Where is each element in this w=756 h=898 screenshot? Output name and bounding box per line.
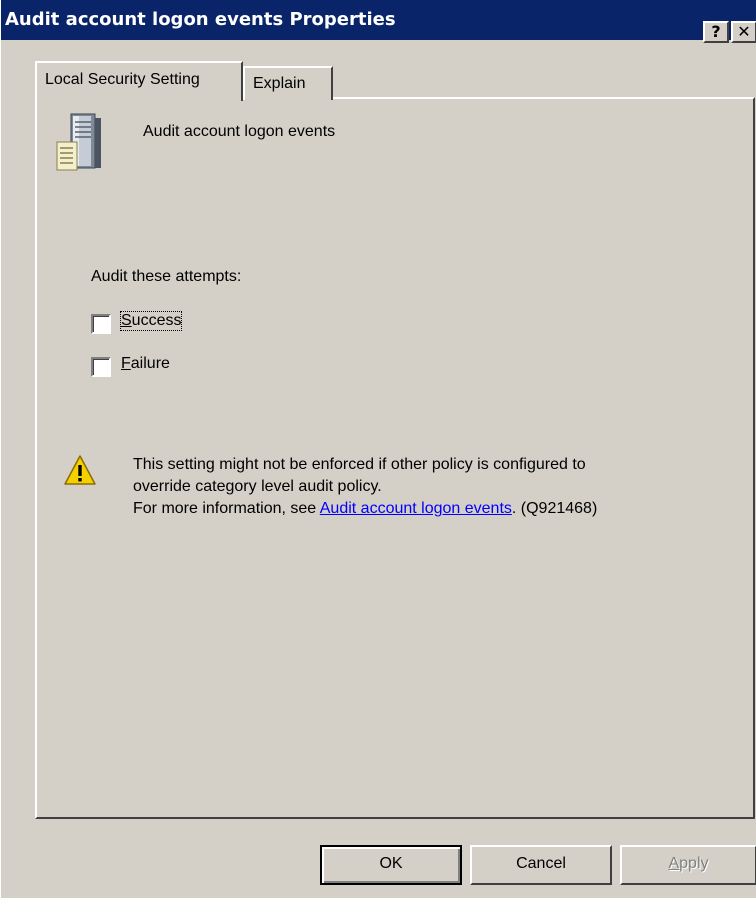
window-title: Audit account logon events Properties [5,9,396,30]
warning-message: This setting might not be enforced if ot… [133,454,733,520]
help-button[interactable]: ? [703,21,729,43]
warning-line-3-suffix: . (Q921468) [511,500,598,517]
failure-checkbox[interactable] [91,357,111,377]
close-icon: ✕ [737,22,751,41]
policy-name: Audit account logon events [143,123,336,140]
apply-label-rest: pply [679,855,709,872]
tab-local-security-setting-label: Local Security Setting [45,71,200,88]
title-bar[interactable]: Audit account logon events Properties ? … [1,0,756,43]
apply-button[interactable]: Apply [620,845,756,885]
success-label[interactable]: Success [119,311,183,331]
tab-local-security-setting[interactable]: Local Security Setting [35,61,243,101]
warning-line-1: This setting might not be enforced if ot… [133,456,586,473]
warning-line-3: For more information, see Audit account … [133,498,733,520]
success-mnemonic: S [121,312,132,329]
failure-label[interactable]: Failure [121,355,170,373]
success-checkbox[interactable] [91,314,111,334]
properties-dialog: Audit account logon events Properties ? … [0,0,756,898]
close-button[interactable]: ✕ [731,21,756,43]
failure-mnemonic: F [121,355,131,372]
policy-help-link[interactable]: Audit account logon events [320,500,512,517]
audit-attempts-label: Audit these attempts: [91,268,242,285]
tab-explain[interactable]: Explain [243,66,333,100]
warning-line-3-prefix: For more information, see [133,500,320,517]
cancel-button[interactable]: Cancel [470,845,612,885]
warning-icon [64,455,96,485]
server-policy-icon [56,113,101,171]
failure-label-rest: ailure [130,355,170,372]
apply-mnemonic: A [668,855,680,872]
success-label-rest: uccess [131,312,182,329]
ok-button[interactable]: OK [320,845,462,885]
tab-explain-label: Explain [253,75,306,92]
warning-line-2: override category level audit policy. [133,478,382,495]
